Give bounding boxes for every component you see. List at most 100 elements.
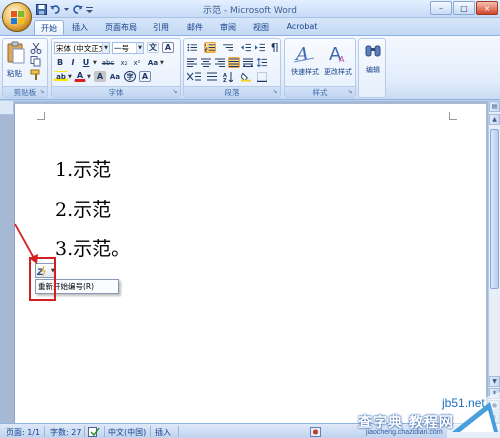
tab-mailings[interactable]: 邮件 (181, 20, 209, 35)
font-size-combo[interactable]: 一号 ▼ (112, 42, 144, 54)
decrease-indent-icon[interactable] (240, 42, 252, 53)
enclose-char-button[interactable]: 字 (124, 71, 136, 82)
scrollbar-thumb[interactable] (490, 129, 499, 289)
scroll-down-icon[interactable]: ▼ (489, 376, 500, 387)
status-divider (178, 426, 179, 437)
cut-icon[interactable] (30, 42, 42, 54)
font-color-button[interactable]: A (74, 71, 86, 82)
superscript-button[interactable]: x² (131, 57, 143, 68)
paste-icon (7, 41, 25, 64)
office-logo-icon (11, 11, 24, 24)
close-button[interactable]: × (476, 1, 498, 15)
borders-icon[interactable] (256, 71, 268, 82)
window-controls: – □ × (430, 1, 498, 15)
change-case-button[interactable]: Aa (146, 57, 160, 68)
shrink-font-button[interactable]: A (139, 71, 151, 82)
font-size-dropdown-icon[interactable]: ▼ (136, 43, 143, 53)
show-marks-icon[interactable] (268, 42, 280, 53)
font-color-dropdown-icon[interactable]: ▼ (87, 74, 91, 80)
crop-mark (449, 112, 457, 120)
format-painter-icon[interactable] (30, 69, 42, 80)
align-right-icon[interactable] (214, 57, 226, 68)
editing-button[interactable]: 编辑 (362, 41, 384, 85)
justify-icon[interactable] (228, 57, 240, 68)
list-item: 2.示范 (55, 199, 112, 221)
italic-button[interactable]: I (67, 57, 79, 68)
tab-acrobat[interactable]: Acrobat (282, 20, 322, 35)
styles-group-label: 样式 (285, 86, 355, 97)
insert-mode-status[interactable]: 插入 (155, 427, 171, 438)
quick-styles-button[interactable]: A 快速样式 (288, 41, 320, 85)
text-direction-icon[interactable] (186, 71, 202, 82)
minimize-button[interactable]: – (430, 1, 452, 15)
align-left-icon[interactable] (186, 57, 198, 68)
change-case-dropdown-icon[interactable]: ▼ (160, 60, 164, 66)
subscript-button[interactable]: x₂ (118, 57, 130, 68)
copy-icon[interactable] (30, 56, 42, 67)
list-item: 1.示范 (55, 159, 112, 181)
annotation-box (29, 257, 56, 301)
list-item: 3.示范。 (55, 238, 131, 260)
bold-button[interactable]: B (54, 57, 66, 68)
tab-insert[interactable]: 插入 (66, 20, 94, 35)
highlight-dropdown-icon[interactable]: ▼ (68, 74, 72, 80)
font-group: 宋体 (中文正文) ▼ 一号 ▼ 文 A B I U ▼ abc x₂ x² Aa … (51, 38, 181, 98)
font-name-dropdown-icon[interactable]: ▼ (102, 43, 109, 53)
char-border-button[interactable]: A (162, 42, 174, 53)
word-count[interactable]: 字数: 27 (50, 427, 81, 438)
tab-page-layout[interactable]: 页面布局 (100, 20, 142, 35)
language-status[interactable]: 中文(中国) (108, 427, 146, 438)
grow-font-button[interactable]: Aa (108, 71, 122, 82)
strikethrough-button[interactable]: abc (100, 57, 116, 68)
office-button[interactable] (2, 2, 32, 32)
vertical-scrollbar[interactable]: ▤ ▲ ▼ ⇞ ● ⇟ (488, 101, 500, 423)
asian-layout-icon[interactable] (206, 71, 218, 82)
previous-page-icon[interactable]: ⇞ (489, 388, 500, 399)
status-divider (104, 426, 105, 437)
paste-button[interactable]: 粘贴 (5, 41, 27, 85)
change-styles-button[interactable]: A A 更改样式 (321, 41, 355, 85)
font-name-combo[interactable]: 宋体 (中文正文) ▼ (54, 42, 110, 54)
proofing-icon[interactable] (88, 427, 100, 438)
clipboard-group: 粘贴 剪贴板 ↘ (2, 38, 48, 98)
tab-review[interactable]: 审阅 (214, 20, 242, 35)
font-launcher-icon[interactable]: ↘ (171, 88, 179, 96)
bullets-icon[interactable] (186, 42, 198, 53)
select-browse-object-icon[interactable]: ● (489, 400, 500, 411)
align-center-icon[interactable] (200, 57, 212, 68)
tab-view[interactable]: 视图 (247, 20, 275, 35)
svg-text:Z: Z (223, 78, 227, 82)
tab-home[interactable]: 开始 (34, 20, 64, 35)
status-divider (84, 426, 85, 437)
document-page[interactable] (14, 104, 486, 424)
status-bar: 页面: 1/1 字数: 27 中文(中国) 插入 (0, 423, 500, 438)
svg-text:A: A (339, 55, 345, 64)
char-shading-button[interactable]: A (94, 71, 106, 82)
font-group-label: 字体 (52, 86, 180, 97)
scroll-up-icon[interactable]: ▲ (489, 114, 500, 125)
increase-indent-icon[interactable] (254, 42, 266, 53)
tab-references[interactable]: 引用 (147, 20, 175, 35)
underline-button[interactable]: U (80, 57, 92, 68)
highlight-button[interactable]: ab (54, 71, 68, 82)
ruler-icon[interactable]: ▤ (489, 101, 500, 112)
multilevel-list-icon[interactable] (222, 42, 234, 53)
binoculars-icon (365, 45, 381, 57)
line-spacing-icon[interactable] (256, 57, 268, 68)
clipboard-launcher-icon[interactable]: ↘ (38, 88, 46, 96)
sort-icon[interactable]: AZ (222, 71, 234, 82)
maximize-button[interactable]: □ (453, 1, 475, 15)
distributed-icon[interactable] (242, 57, 254, 68)
styles-launcher-icon[interactable]: ↘ (346, 88, 354, 96)
shading-icon[interactable] (240, 71, 252, 82)
status-divider (44, 426, 45, 437)
next-page-icon[interactable]: ⇟ (489, 412, 500, 423)
numbering-icon[interactable] (204, 42, 216, 53)
underline-dropdown-icon[interactable]: ▼ (93, 60, 97, 66)
paragraph-launcher-icon[interactable]: ↘ (271, 88, 279, 96)
page-count[interactable]: 页面: 1/1 (6, 427, 40, 438)
ribbon: 粘贴 剪贴板 ↘ 宋体 (中文正文) ▼ 一号 ▼ 文 A B I U ▼ abc … (0, 35, 500, 100)
ruler-toggle[interactable] (0, 101, 14, 115)
phonetic-guide-button[interactable]: 文 (147, 42, 159, 53)
macro-record-icon[interactable] (310, 427, 321, 438)
